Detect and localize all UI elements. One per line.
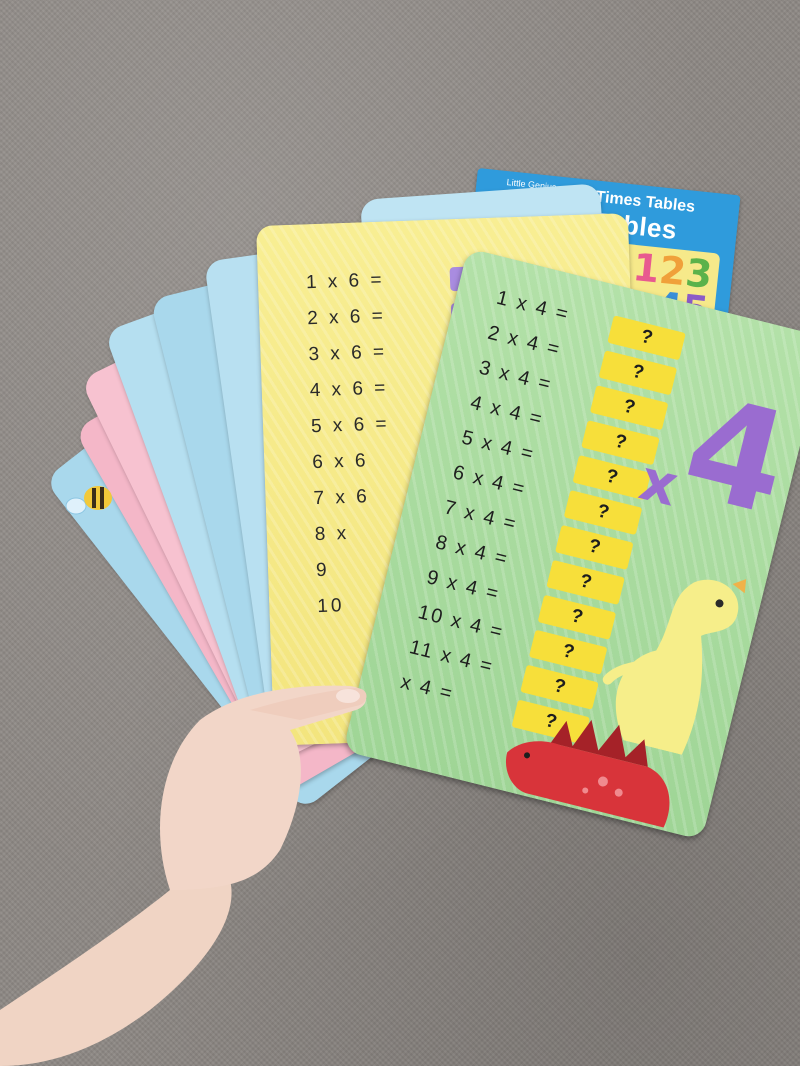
equation-row: 9 [316,560,331,588]
bee-stripe [92,488,96,508]
equation-text: 9 [315,559,330,582]
bee-illustration [65,486,112,515]
equation-row: 7 x 6 [313,486,370,516]
palm [160,685,367,890]
equation-text: 5 x 6 = [310,413,390,438]
equation-row: 5 x 6 = ? [310,409,512,444]
big-numeral: 4 [669,365,800,548]
arm [0,880,232,1066]
equation-text: 2 x 6 = [306,305,387,330]
equation-text: 3 x 6 = [308,341,388,366]
dino-crest [732,579,747,594]
equation-row: 1 x 6 = ? [305,265,507,301]
bee-body [84,486,112,510]
bee-wing [65,497,87,515]
hand-illustration [0,685,367,1066]
bee-stripe [100,487,104,509]
equation-row: 8 x [314,523,349,552]
equation-text: 4 x 6 = [309,377,389,402]
equation-row: 2 x 6 = ? [306,301,508,337]
equation-text: 1 x 6 = [305,269,385,294]
thumbnail [336,689,360,703]
equation-text: 6 x 6 [311,450,369,474]
equation-text: 10 [316,595,345,618]
equation-row: 10 [317,595,345,624]
equation-text: 1 x 4 = [494,286,572,327]
equation-row: 6 x 6 [312,450,369,480]
equation-row: 4 x 6 = ? [309,373,511,408]
equation-text: 8 x [314,522,350,546]
equation-row: 3 x 6 = ? [308,337,509,373]
equation-text: 7 x 6 [313,486,371,510]
